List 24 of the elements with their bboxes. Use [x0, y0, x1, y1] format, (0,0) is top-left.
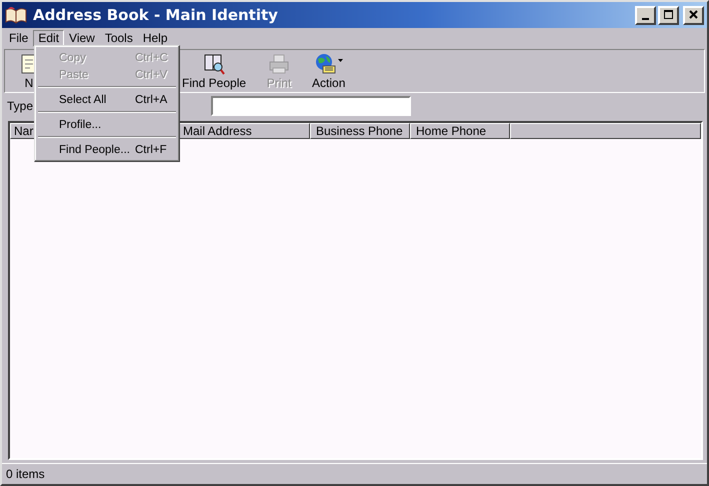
close-icon — [688, 10, 698, 20]
menu-entry[interactable]: Find People... Ctrl+F — [37, 141, 177, 158]
minimize-button[interactable] — [635, 6, 656, 24]
menu-entry[interactable]: Profile... — [37, 116, 177, 133]
status-text: 0 items — [6, 467, 45, 481]
column-header[interactable]: Home Phone — [410, 123, 510, 139]
menu-entry[interactable]: Select All Ctrl+A — [37, 91, 177, 108]
maximize-button[interactable] — [658, 6, 679, 24]
minimize-icon — [642, 18, 649, 20]
printer-icon — [267, 52, 292, 74]
menu-item[interactable]: File — [4, 30, 34, 46]
book-search-icon — [202, 52, 226, 74]
menu-item[interactable]: Tools — [100, 30, 138, 46]
search-field[interactable] — [211, 96, 411, 116]
window-title: Address Book - Main Identity — [33, 6, 279, 24]
close-button[interactable] — [683, 6, 704, 24]
menu-item[interactable]: Help — [138, 30, 173, 46]
globe-phone-icon — [314, 52, 344, 74]
type-label: Type — [7, 99, 34, 113]
maximize-icon — [664, 10, 674, 20]
toolbar-button[interactable]: Action — [306, 51, 352, 91]
menu-item[interactable]: View — [64, 30, 100, 46]
column-header[interactable]: Business Phone — [310, 123, 410, 139]
book-icon — [5, 6, 27, 24]
